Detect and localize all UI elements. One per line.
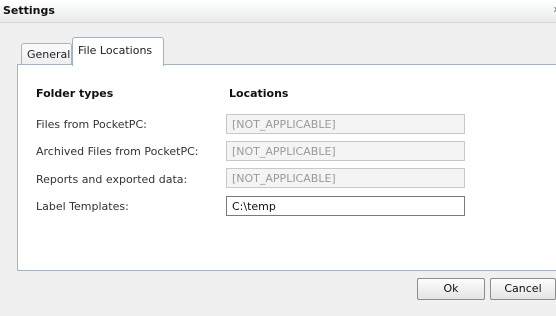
locations-header: Locations — [229, 87, 289, 100]
archived-files-label: Archived Files from PocketPC: — [36, 145, 199, 158]
files-from-pocketpc-label: Files from PocketPC: — [36, 118, 147, 131]
tab-general[interactable]: General — [21, 43, 72, 65]
cancel-button[interactable]: Cancel — [490, 278, 556, 300]
reports-exported-field — [226, 168, 465, 188]
files-from-pocketpc-field — [226, 114, 465, 134]
archived-files-field — [226, 141, 465, 161]
title-bar: Settings x — [0, 0, 556, 23]
tab-bar: General File Locations — [0, 35, 556, 66]
tab-file-locations[interactable]: File Locations — [72, 37, 164, 66]
label-templates-label: Label Templates: — [36, 200, 129, 213]
folder-types-header: Folder types — [36, 87, 114, 100]
window-title: Settings — [3, 4, 55, 17]
label-templates-field[interactable] — [226, 196, 465, 216]
ok-button[interactable]: Ok — [417, 278, 485, 300]
reports-exported-label: Reports and exported data: — [36, 173, 188, 186]
